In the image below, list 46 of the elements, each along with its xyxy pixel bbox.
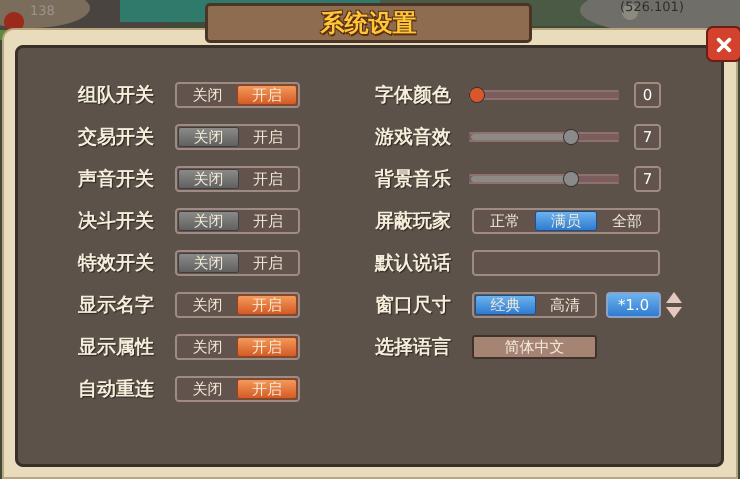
slider-thumb[interactable] (562, 171, 579, 187)
text-field[interactable] (472, 250, 660, 276)
setting-label: 交易开关 (78, 125, 155, 150)
setting-label: 显示名字 (78, 293, 155, 318)
setting-label: 字体颜色 (375, 83, 452, 108)
slider[interactable] (469, 87, 619, 103)
scale-value: *1.0 (606, 292, 661, 318)
setting-label: 决斗开关 (78, 209, 155, 234)
setting-label: 默认说话 (375, 251, 452, 276)
setting-label: 自动重连 (78, 377, 155, 402)
option-tab[interactable]: 开启 (238, 127, 297, 147)
option-tab[interactable]: 关闭 (178, 169, 238, 189)
option-tab[interactable]: 高清 (536, 295, 594, 315)
close-icon (715, 35, 733, 55)
setting-label: 声音开关 (78, 167, 155, 192)
setting-label: 显示属性 (78, 335, 155, 360)
option-tab[interactable]: 正常 (475, 211, 535, 231)
option-tab[interactable]: 关闭 (178, 253, 238, 273)
option-tab[interactable]: 关闭 (178, 211, 238, 231)
slider[interactable] (469, 171, 619, 187)
value-box: 7 (634, 166, 661, 192)
option-tab[interactable]: 关闭 (178, 379, 236, 399)
slider-thumb[interactable] (469, 87, 485, 103)
setting-label: 游戏音效 (375, 125, 452, 150)
slider[interactable] (469, 129, 619, 145)
setting-label: 窗口尺寸 (375, 293, 452, 318)
slider-thumb[interactable] (562, 129, 579, 145)
setting-label: 背景音乐 (375, 167, 452, 192)
option-tab[interactable]: 开启 (238, 169, 297, 189)
stepper-arrows-icon[interactable] (665, 291, 683, 319)
option-tab[interactable]: 全部 (597, 211, 657, 231)
value-box: 7 (634, 124, 661, 150)
option-tab[interactable]: 关闭 (178, 85, 236, 105)
setting-label: 特效开关 (78, 251, 155, 276)
option-tab[interactable]: 关闭 (178, 295, 236, 315)
option-tab[interactable]: 开启 (238, 253, 297, 273)
map-coordinates: (526.101) (620, 0, 684, 15)
option-tab[interactable]: 关闭 (178, 337, 236, 357)
setting-label: 屏蔽玩家 (375, 209, 452, 234)
option-tab[interactable]: 开启 (238, 211, 297, 231)
setting-label: 组队开关 (78, 83, 155, 108)
close-button[interactable] (706, 26, 740, 62)
value-box: 0 (634, 82, 661, 108)
setting-label: 选择语言 (375, 335, 452, 360)
window-title: 系统设置 (320, 8, 416, 39)
option-tab[interactable]: 关闭 (178, 127, 238, 147)
